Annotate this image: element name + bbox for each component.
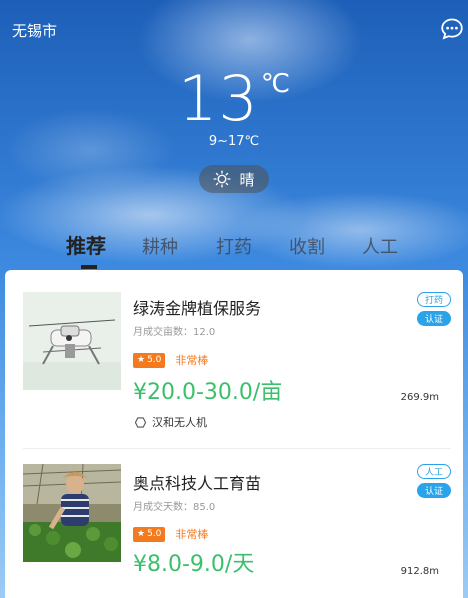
tab-tillage[interactable]: 耕种 (142, 233, 178, 259)
device-info: 汉和无人机 (135, 414, 207, 430)
listing-title: 奥点科技人工育苗 (133, 474, 262, 493)
hexagon-icon (135, 416, 146, 428)
tab-harvest[interactable]: 收割 (289, 233, 325, 259)
rating-badge: ★ 5.0 (133, 526, 166, 542)
verified-badge: 认证 (417, 311, 451, 326)
listing-distance: 269.9m (400, 392, 439, 403)
listing-subtitle: 月成交亩数：12.0 (133, 327, 216, 338)
greenhouse-worker-photo (23, 464, 121, 562)
listing-distance: 912.8m (400, 566, 439, 577)
temperature-unit: ℃ (260, 69, 291, 99)
listing-title: 绿涛金牌植保服务 (133, 299, 262, 318)
current-temperature: 13℃ (0, 62, 468, 135)
listing-subtitle: 月成交天数：85.0 (133, 502, 216, 513)
verified-badge: 认证 (417, 483, 451, 498)
active-tab-indicator (81, 265, 97, 269)
list-item[interactable]: 奥点科技人工育苗 月成交天数：85.0 ★ 5.0 非常棒 ¥8.0-9.0/天 … (5, 448, 463, 598)
chat-bubble-icon[interactable] (440, 17, 464, 41)
temperature-range: 9~17℃ (208, 134, 260, 149)
rating-text: 非常棒 (175, 528, 209, 541)
listing-price: ¥8.0-9.0/天 (133, 552, 255, 577)
tab-recommend[interactable]: 推荐 (66, 230, 106, 259)
category-tag: 人工 (417, 464, 451, 479)
rating-value: 5.0 (147, 529, 162, 539)
rating-row: ★ 5.0 非常棒 (133, 352, 208, 368)
tab-labor[interactable]: 人工 (362, 233, 398, 259)
weather-condition-pill: 晴 (199, 165, 269, 193)
sun-icon (213, 170, 232, 188)
temperature-value: 13 (177, 62, 259, 135)
rating-text: 非常棒 (175, 354, 209, 367)
listing-price: ¥20.0-30.0/亩 (133, 380, 283, 405)
tab-spraying[interactable]: 打药 (216, 233, 252, 259)
rating-badge: ★ 5.0 (133, 352, 166, 368)
star-icon: ★ (137, 529, 146, 539)
listing-panel: 绿涛金牌植保服务 月成交亩数：12.0 ★ 5.0 非常棒 ¥20.0-30.0/… (5, 270, 463, 598)
rating-row: ★ 5.0 非常棒 (133, 526, 208, 542)
list-item[interactable]: 绿涛金牌植保服务 月成交亩数：12.0 ★ 5.0 非常棒 ¥20.0-30.0/… (5, 270, 463, 448)
category-tag: 打药 (417, 292, 451, 307)
star-icon: ★ (137, 355, 146, 365)
category-tabs: 推荐 耕种 打药 收割 人工 (0, 230, 468, 270)
city-name[interactable]: 无锡市 (12, 20, 57, 41)
drone-photo (23, 292, 121, 390)
rating-value: 5.0 (147, 355, 162, 365)
device-name: 汉和无人机 (152, 416, 207, 429)
weather-condition-label: 晴 (239, 170, 255, 189)
